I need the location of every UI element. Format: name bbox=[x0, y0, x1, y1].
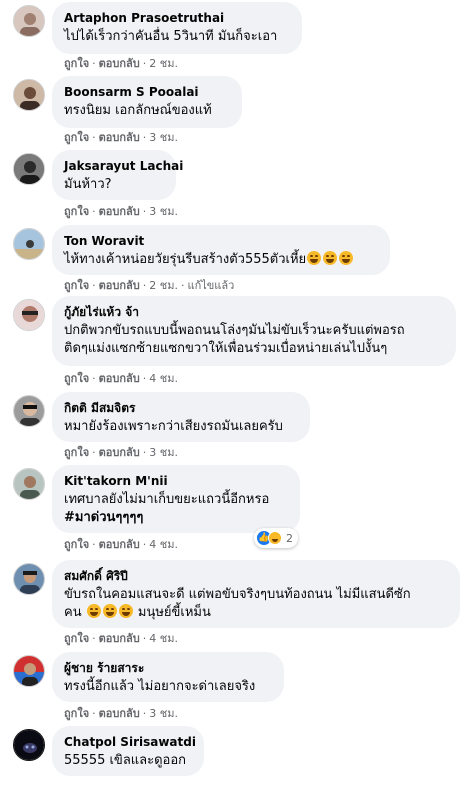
comment-actions: ถูกใจ · ตอบกลับ · 3 ชม. bbox=[64, 707, 178, 720]
rofl-emoji-icon bbox=[102, 604, 117, 618]
avatar[interactable] bbox=[13, 228, 45, 260]
like-button[interactable]: ถูกใจ bbox=[64, 372, 89, 385]
comment-time[interactable]: 2 ชม. bbox=[149, 57, 178, 70]
comment-bubble: Chatpol Sirisawatdi 55555 เขิลและดูออก bbox=[52, 726, 204, 776]
comment-text: ปกติพวกขับรถแบบนี้พอถนนโล่งๆมันไม่ขับเร็… bbox=[64, 323, 405, 338]
comment-author[interactable]: Chatpol Sirisawatdi bbox=[64, 734, 196, 750]
comment-actions: ถูกใจ · ตอบกลับ · 2 ชม. · แก้ไขแล้ว bbox=[64, 279, 235, 292]
reply-button[interactable]: ตอบกลับ bbox=[99, 372, 140, 385]
rofl-emoji-icon bbox=[86, 604, 101, 618]
comment-text: ติดๆแม่งแซกซ้ายแซกขวาให้เพื่อนร่วมเบื่อห… bbox=[64, 341, 388, 356]
avatar[interactable] bbox=[13, 299, 45, 331]
comment-bubble: กิตติ มีสมจิตร หมายังร้องเพราะกว่าเสียงร… bbox=[52, 392, 310, 442]
comment-time[interactable]: 3 ชม. bbox=[149, 446, 178, 459]
comment-bubble: Jaksarayut Lachai มันห้าว? bbox=[52, 150, 183, 200]
reaction-count: 2 bbox=[286, 531, 293, 545]
avatar[interactable] bbox=[13, 729, 45, 761]
comment-time[interactable]: 4 ชม. bbox=[149, 632, 178, 645]
comment-time[interactable]: 3 ชม. bbox=[149, 131, 178, 144]
reply-button[interactable]: ตอบกลับ bbox=[99, 205, 140, 218]
comment-time[interactable]: 4 ชม. bbox=[149, 372, 178, 385]
comment-text: 55555 เขิลและดูออก bbox=[64, 753, 187, 768]
avatar[interactable] bbox=[13, 563, 45, 595]
comment-actions: ถูกใจ · ตอบกลับ · 4 ชม. bbox=[64, 538, 178, 551]
like-button[interactable]: ถูกใจ bbox=[64, 632, 89, 645]
reply-button[interactable]: ตอบกลับ bbox=[99, 707, 140, 720]
like-button[interactable]: ถูกใจ bbox=[64, 279, 89, 292]
comment-bubble: Ton Woravit ไห้ทางเค้าหน่อยวัยรุ่นรีบสร้… bbox=[52, 225, 390, 275]
comment-actions: ถูกใจ · ตอบกลับ · 3 ชม. bbox=[64, 446, 178, 459]
comment-bubble: สมศักดิ์ ศิริปี ขับรถในคอมแสนจะดี แต่พอข… bbox=[52, 560, 460, 628]
comment-author[interactable]: Artaphon Prasoetruthai bbox=[64, 10, 290, 26]
comment-time[interactable]: 4 ชม. bbox=[149, 538, 178, 551]
comment-bubble: Boonsarm S Pooalai ทรงนิยม เอกลักษณ์ของแ… bbox=[52, 76, 242, 128]
rofl-emoji-icon bbox=[323, 251, 338, 265]
rofl-emoji-icon bbox=[118, 604, 133, 618]
like-button[interactable]: ถูกใจ bbox=[64, 131, 89, 144]
reply-button[interactable]: ตอบกลับ bbox=[99, 279, 140, 292]
comment-text: ไห้ทางเค้าหน่อยวัยรุ่นรีบสร้างตัว555ตัวเ… bbox=[64, 251, 378, 269]
reply-button[interactable]: ตอบกลับ bbox=[99, 446, 140, 459]
reply-button[interactable]: ตอบกลับ bbox=[99, 632, 140, 645]
comment-text: ทรงนี้อีกแล้ว ไม่อยากจะด่าเลยจริง bbox=[64, 679, 256, 694]
comment-actions: ถูกใจ · ตอบกลับ · 4 ชม. bbox=[64, 632, 178, 645]
comment-author[interactable]: กู้ภัยไร่แห้ว จ้า bbox=[64, 304, 444, 320]
avatar[interactable] bbox=[13, 395, 45, 427]
rofl-emoji-icon bbox=[339, 251, 354, 265]
haha-reaction-icon bbox=[268, 531, 282, 545]
rofl-emoji-icon bbox=[307, 251, 322, 265]
avatar[interactable] bbox=[13, 153, 45, 185]
comment-actions: ถูกใจ · ตอบกลับ · 2 ชม. bbox=[64, 57, 178, 70]
avatar[interactable] bbox=[13, 468, 45, 500]
comment-bubble: กู้ภัยไร่แห้ว จ้า ปกติพวกขับรถแบบนี้พอถน… bbox=[52, 296, 456, 366]
comment-bubble: Artaphon Prasoetruthai ไปได้เร็วกว่าคันอ… bbox=[52, 2, 302, 54]
comment-author[interactable]: สมศักดิ์ ศิริปี bbox=[64, 568, 448, 584]
like-button[interactable]: ถูกใจ bbox=[64, 57, 89, 70]
comment-author[interactable]: Ton Woravit bbox=[64, 233, 378, 249]
comment-author[interactable]: Kit'takorn M'nii bbox=[64, 473, 288, 489]
edited-label[interactable]: แก้ไขแล้ว bbox=[187, 279, 234, 292]
comment-time[interactable]: 2 ชม. bbox=[149, 279, 178, 292]
comment-bubble: ผู้ชาย ร้ายสาระ ทรงนี้อีกแล้ว ไม่อยากจะด… bbox=[52, 652, 284, 702]
avatar[interactable] bbox=[13, 655, 45, 687]
avatar[interactable] bbox=[13, 79, 45, 111]
comment-text: คน มนุษย์ขี้เหม็น bbox=[64, 604, 211, 620]
reaction-summary[interactable]: 👍 2 bbox=[254, 528, 298, 548]
comment-text: ทรงนิยม เอกลักษณ์ของแท้ bbox=[64, 103, 212, 118]
like-button[interactable]: ถูกใจ bbox=[64, 446, 89, 459]
comment-actions: ถูกใจ · ตอบกลับ · 3 ชม. bbox=[64, 205, 178, 218]
comment-actions: ถูกใจ · ตอบกลับ · 3 ชม. bbox=[64, 131, 178, 144]
like-button[interactable]: ถูกใจ bbox=[64, 707, 89, 720]
comment-text: เทศบาลยังไม่มาเก็บขยะแถวนี้อีกหรอ bbox=[64, 492, 270, 507]
reply-button[interactable]: ตอบกลับ bbox=[99, 131, 140, 144]
comment-text: หมายังร้องเพราะกว่าเสียงรถมันเลยครับ bbox=[64, 419, 283, 434]
hashtag-link[interactable]: #มาด่วนๆๆๆๆ bbox=[64, 509, 288, 527]
reply-button[interactable]: ตอบกลับ bbox=[99, 538, 140, 551]
comment-author[interactable]: กิตติ มีสมจิตร bbox=[64, 400, 298, 416]
comment-actions: ถูกใจ · ตอบกลับ · 4 ชม. bbox=[64, 372, 178, 385]
comment-text: ขับรถในคอมแสนจะดี แต่พอขับจริงๆบนท้องถนน… bbox=[64, 587, 411, 602]
comment-bubble: Kit'takorn M'nii เทศบาลยังไม่มาเก็บขยะแถ… bbox=[52, 465, 300, 533]
comment-time[interactable]: 3 ชม. bbox=[149, 707, 178, 720]
comment-author[interactable]: Boonsarm S Pooalai bbox=[64, 84, 230, 100]
comment-time[interactable]: 3 ชม. bbox=[149, 205, 178, 218]
comment-author[interactable]: ผู้ชาย ร้ายสาระ bbox=[64, 660, 272, 676]
comment-author[interactable]: Jaksarayut Lachai bbox=[64, 158, 183, 174]
like-button[interactable]: ถูกใจ bbox=[64, 205, 89, 218]
like-button[interactable]: ถูกใจ bbox=[64, 538, 89, 551]
reply-button[interactable]: ตอบกลับ bbox=[99, 57, 140, 70]
comment-text: ไปได้เร็วกว่าคันอื่น 5วินาที มันก็จะเอา bbox=[64, 29, 278, 44]
comment-text: มันห้าว? bbox=[64, 177, 112, 192]
avatar[interactable] bbox=[13, 5, 45, 37]
